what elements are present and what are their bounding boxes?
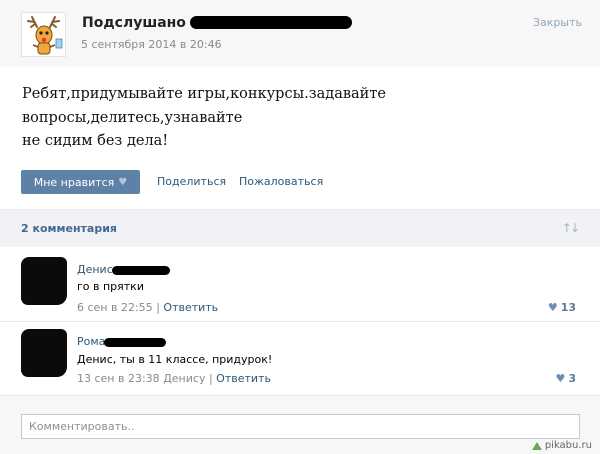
redaction-scribble	[104, 338, 166, 347]
comment-text: го в прятки	[77, 280, 144, 293]
post-header: Подслушано 5 сентября 2014 в 20:46 Закры…	[0, 0, 600, 67]
comment-text: Денис, ты в 11 классе, придурок!	[77, 353, 273, 366]
comment-date[interactable]: 6 сен в 22:55	[77, 301, 153, 314]
comment-date[interactable]: 13 сен в 23:38	[77, 372, 160, 385]
comment-like-button[interactable]: ♥ 3	[555, 372, 576, 385]
post-date[interactable]: 5 сентября 2014 в 20:46	[81, 38, 222, 51]
comment-item: Денис го в прятки 6 сен в 22:55 | Ответи…	[0, 247, 600, 321]
comment-item: Рома Денис, ты в 11 классе, придурок! 13…	[0, 321, 600, 395]
comment-meta: 6 сен в 22:55 | Ответить	[77, 301, 218, 314]
group-avatar[interactable]	[21, 12, 66, 57]
redaction-scribble	[112, 266, 170, 275]
reply-to-name[interactable]: Денису	[163, 372, 205, 385]
share-link[interactable]: Поделиться	[157, 175, 226, 188]
meta-separator: |	[156, 301, 160, 314]
like-button-label: Мне нравится	[33, 175, 115, 189]
comment-meta: 13 сен в 23:38 Денису | Ответить	[77, 372, 271, 385]
heart-icon: ♥	[547, 301, 558, 314]
comment-box: pikabu.ru	[0, 395, 600, 454]
avatar[interactable]	[21, 257, 67, 305]
watermark: pikabu.ru	[531, 440, 592, 451]
comment-like-count: 13	[560, 301, 576, 314]
group-name[interactable]: Подслушано	[82, 15, 186, 31]
reply-button[interactable]: Ответить	[216, 372, 271, 385]
pikabu-logo-icon	[531, 441, 542, 450]
watermark-text: pikabu.ru	[544, 440, 592, 451]
close-button[interactable]: Закрыть	[533, 16, 582, 29]
report-link[interactable]: Пожаловаться	[239, 175, 323, 188]
heart-icon: ♥	[118, 176, 128, 188]
sort-arrows-icon[interactable]: ↑↓	[562, 221, 580, 235]
meta-separator: |	[208, 372, 213, 385]
deer-logo-icon	[22, 13, 65, 56]
comment-list: Денис го в прятки 6 сен в 22:55 | Ответи…	[0, 247, 600, 395]
redaction-scribble	[190, 16, 352, 29]
heart-icon: ♥	[555, 372, 566, 385]
comment-author[interactable]: Денис	[77, 263, 113, 276]
post-body: Ребят,придумывайте игры,конкурсы.задавай…	[0, 67, 600, 209]
comment-author[interactable]: Рома	[77, 335, 105, 348]
comment-like-count: 3	[568, 372, 576, 385]
post-text: Ребят,придумывайте игры,конкурсы.задавай…	[22, 86, 386, 149]
comments-count[interactable]: 2 комментария	[21, 222, 117, 235]
comment-like-button[interactable]: ♥ 13	[548, 301, 576, 314]
like-button[interactable]: Мне нравится ♥	[21, 170, 140, 194]
avatar[interactable]	[21, 329, 67, 377]
comment-input[interactable]	[21, 414, 580, 439]
reply-button[interactable]: Ответить	[163, 301, 218, 314]
comments-header: 2 комментария ↑↓	[0, 209, 600, 247]
